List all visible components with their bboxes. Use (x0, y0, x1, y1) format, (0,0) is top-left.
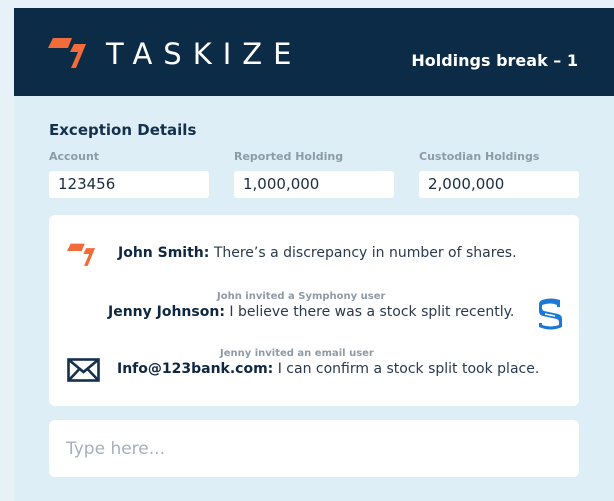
chat-thread: John Smith: There’s a discrepancy in num… (49, 215, 579, 406)
system-note: John invited a Symphony user (217, 291, 386, 302)
custodian-holdings-field[interactable]: 2,000,000 (419, 171, 579, 198)
account-field[interactable]: 123456 (49, 171, 209, 198)
message-sender: Info@123bank.com: (117, 361, 274, 377)
chat-message: Info@123bank.com: I can confirm a stock … (117, 361, 539, 377)
message-sender: Jenny Johnson: (108, 304, 225, 320)
message-text: I believe there was a stock split recent… (224, 304, 515, 320)
message-text: There’s a discrepancy in number of share… (209, 245, 517, 261)
account-label: Account (49, 150, 100, 163)
message-text: I can confirm a stock split took place. (273, 361, 540, 377)
envelope-icon (67, 358, 100, 382)
reported-holding-field[interactable]: 1,000,000 (234, 171, 394, 198)
chat-message: Jenny Johnson: I believe there was a sto… (108, 304, 514, 320)
page-title: Holdings break – 1 (411, 51, 578, 70)
message-sender: John Smith: (118, 245, 210, 261)
app-header: TASKIZE Holdings break – 1 (14, 8, 614, 96)
symphony-icon (539, 298, 562, 330)
chat-message: John Smith: There’s a discrepancy in num… (118, 245, 517, 261)
custodian-holdings-label: Custodian Holdings (419, 150, 540, 163)
brand-wordmark: TASKIZE (106, 37, 303, 71)
reported-holding-label: Reported Holding (234, 150, 344, 163)
taskize-logo-icon (48, 38, 86, 68)
message-input[interactable] (49, 420, 579, 477)
section-title: Exception Details (49, 121, 197, 139)
taskize-logo-icon (67, 243, 96, 266)
taskize-panel: TASKIZE Holdings break – 1 Exception Det… (14, 8, 614, 501)
system-note: Jenny invited an email user (220, 348, 374, 359)
